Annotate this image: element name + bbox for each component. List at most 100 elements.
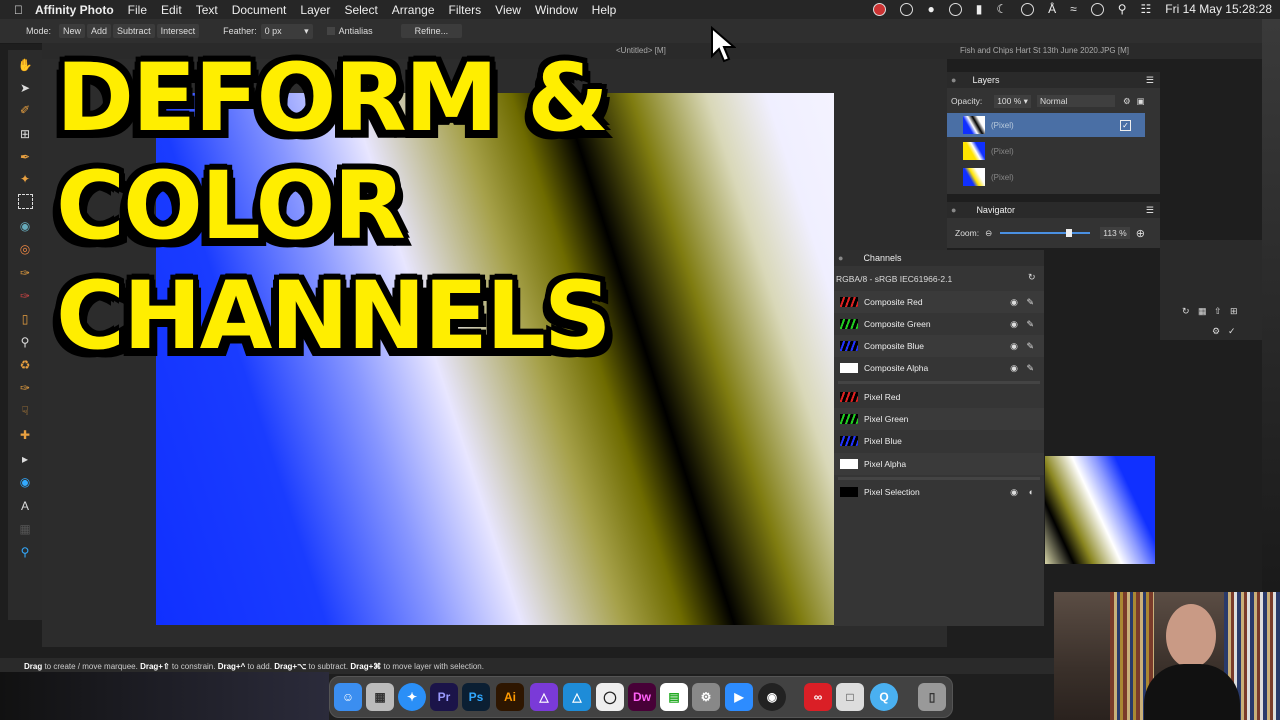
menu-select[interactable]: Select (344, 3, 377, 17)
channel-row[interactable]: Pixel Green (834, 408, 1044, 430)
dreamweaver-icon[interactable]: Dw (628, 683, 656, 711)
layer-row[interactable]: (Pixel) ✓ (947, 113, 1145, 137)
channels-title[interactable]: Channels (863, 253, 901, 263)
channel-row[interactable]: Pixel Red (834, 386, 1044, 408)
move-tool-icon[interactable]: ➤ (16, 79, 34, 97)
selection-brush-icon[interactable]: ✒ (16, 148, 34, 166)
eye-icon[interactable]: ◉ (1010, 363, 1018, 374)
finder-icon[interactable]: ☺ (334, 683, 362, 711)
obs-icon[interactable]: ◉ (758, 683, 786, 711)
creative-cloud-icon[interactable] (900, 2, 914, 16)
zoom-out-icon[interactable]: ⊖ (985, 228, 992, 239)
zoom-app-icon[interactable]: ▶ (725, 683, 753, 711)
hat-icon[interactable]: ● (927, 2, 934, 16)
smudge-tool-icon[interactable]: ☟ (16, 402, 34, 420)
feather-field[interactable]: 0 px ▾ (260, 23, 313, 39)
slider-knob[interactable] (1066, 229, 1073, 237)
moon-icon[interactable]: ☾ (996, 2, 1007, 16)
menu-text[interactable]: Text (196, 3, 218, 17)
channel-row[interactable]: Composite Red ◉ ✎ (834, 291, 1044, 313)
apple-icon[interactable]:  (14, 3, 23, 17)
info-icon[interactable] (1021, 2, 1035, 16)
refresh-icon[interactable]: ↻ (1182, 306, 1190, 317)
flood-select-icon[interactable]: ✦ (16, 170, 34, 188)
system-preferences-icon[interactable]: ⚙ (692, 683, 720, 711)
mode-intersect-button[interactable]: Intersect (156, 24, 200, 38)
sync-icon[interactable] (948, 2, 962, 16)
dodge-tool-icon[interactable]: ⚲ (16, 333, 34, 351)
clone-tool-icon[interactable]: ♻ (16, 356, 34, 374)
lock-icon[interactable]: ▣ (1137, 96, 1145, 107)
refresh-icon[interactable]: ↻ (1028, 272, 1036, 283)
close-icon[interactable]: ● (951, 75, 956, 85)
numbers-icon[interactable]: ▤ (660, 683, 688, 711)
menu-help[interactable]: Help (592, 3, 617, 17)
export-icon[interactable]: ⇧ (1214, 306, 1222, 317)
erase-brush-icon[interactable]: ▯ (16, 310, 34, 328)
preview-icon[interactable]: □ (836, 683, 864, 711)
channel-row[interactable]: Pixel Blue (834, 430, 1044, 452)
menu-arrange[interactable]: Arrange (392, 3, 435, 17)
opacity-field[interactable]: 100 % ▾ (994, 94, 1031, 108)
pencil-icon[interactable]: ✎ (1026, 341, 1034, 352)
pencil-icon[interactable]: ✎ (1026, 363, 1034, 374)
mode-subtract-button[interactable]: Subtract (113, 24, 155, 38)
mode-new-button[interactable]: New (59, 24, 86, 38)
blur-brush-icon[interactable]: ✑ (16, 379, 34, 397)
menu-file[interactable]: File (128, 3, 147, 17)
mode-add-button[interactable]: Add (87, 24, 112, 38)
color-replace-icon[interactable]: ✑ (16, 287, 34, 305)
menu-filters[interactable]: Filters (449, 3, 482, 17)
creative-cloud-icon[interactable]: ∞ (804, 683, 832, 711)
layer-row[interactable]: (Pixel) (947, 165, 1145, 189)
menu-document[interactable]: Document (232, 3, 287, 17)
zoom-slider[interactable] (1000, 229, 1091, 237)
illustrator-icon[interactable]: Ai (496, 683, 524, 711)
menu-window[interactable]: Window (535, 3, 578, 17)
panel-menu-icon[interactable]: ☰ (1146, 205, 1154, 216)
pencil-icon[interactable]: ✎ (1026, 297, 1034, 308)
invert-mask-icon[interactable]: ◐ (1029, 487, 1034, 497)
menubar-clock[interactable]: Fri 14 May 15:28:28 (1165, 2, 1272, 16)
channel-row[interactable]: Composite Alpha ◉ ✎ (834, 357, 1044, 379)
settings-icon[interactable]: ⚙ (1212, 326, 1220, 337)
check-icon[interactable]: ✓ (1228, 326, 1236, 337)
battery-icon[interactable]: ▮ (976, 2, 983, 16)
mesh-warp-icon[interactable]: ▦ (16, 520, 34, 538)
launchpad-icon[interactable]: ▦ (366, 683, 394, 711)
record-icon[interactable] (873, 2, 887, 16)
channel-row[interactable]: Composite Green ◉ ✎ (834, 313, 1044, 335)
eye-icon[interactable]: ◉ (1010, 341, 1018, 352)
eye-icon[interactable]: ◉ (1010, 297, 1018, 308)
channel-row[interactable]: Composite Blue ◉ ✎ (834, 335, 1044, 357)
pencil-icon[interactable]: ✎ (1026, 319, 1034, 330)
crop-tool-icon[interactable]: ⊞ (16, 125, 34, 143)
app-menu[interactable]: Affinity Photo (35, 3, 114, 17)
antialias-checkbox[interactable] (326, 27, 335, 35)
bluetooth-icon[interactable]: Å (1048, 2, 1056, 16)
tab-fish-and-chips[interactable]: Fish and Chips Hart St 13th June 2020.JP… (960, 46, 1129, 55)
add-icon[interactable]: ⊞ (1230, 306, 1238, 317)
hand-tool-icon[interactable]: ✋ (16, 56, 34, 74)
affinity-photo-icon[interactable]: △ (530, 683, 558, 711)
zoom-tool-icon[interactable]: ⚲ (16, 543, 34, 561)
channel-row[interactable]: Pixel Selection ◉ ◐ (834, 481, 1044, 503)
quicktime-icon[interactable]: Q (870, 683, 898, 711)
eye-icon[interactable]: ◉ (1010, 319, 1018, 330)
tab-untitled[interactable]: <Untitled> [M] (616, 46, 666, 55)
color-picker-icon[interactable]: ✐ (16, 101, 34, 119)
refine-button[interactable]: Refine... (400, 24, 463, 38)
text-tool-icon[interactable]: A (16, 497, 34, 515)
menu-view[interactable]: View (495, 3, 521, 17)
zoom-field[interactable]: 113 % (1100, 227, 1130, 239)
affinity-designer-icon[interactable]: △ (563, 683, 591, 711)
menu-layer[interactable]: Layer (300, 3, 330, 17)
grid-icon[interactable]: ▦ (1198, 306, 1207, 317)
panel-menu-icon[interactable]: ☰ (1146, 75, 1154, 86)
user-icon[interactable] (1090, 2, 1104, 16)
node-tool-icon[interactable]: ▸ (16, 450, 34, 468)
menu-edit[interactable]: Edit (161, 3, 182, 17)
trash-icon[interactable]: ▯ (918, 683, 946, 711)
pen-tool-icon[interactable]: ◉ (16, 473, 34, 491)
layers-title[interactable]: Layers (972, 75, 999, 85)
